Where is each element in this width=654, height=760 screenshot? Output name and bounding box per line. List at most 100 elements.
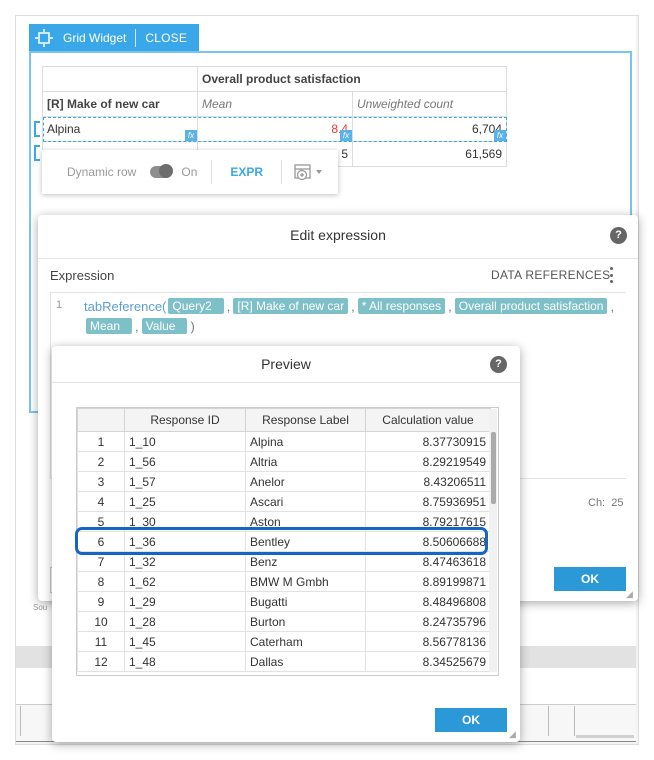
reference-chip[interactable]: Query2 [168,298,224,314]
row-number: 1 [77,431,125,452]
dialog-title: Preview [261,356,311,372]
row-number: 12 [77,651,125,672]
column-header[interactable]: Response ID [124,408,246,432]
row-number: 2 [77,451,125,472]
response-id: 1_29 [124,591,246,612]
more-options-icon[interactable] [608,267,614,283]
calculation-value: 8.48496808 [365,591,491,612]
response-label: Ascari [245,491,366,512]
comma: , [351,298,355,314]
table-add-icon [294,164,323,181]
widget-header: Grid Widget CLOSE [29,24,199,52]
column-header-unweighted-count[interactable]: Unweighted count [352,91,507,117]
comma: , [135,318,139,334]
function-name: tabReference( [84,298,167,314]
background-divider [574,706,575,736]
background-divider [20,706,21,736]
table-row[interactable]: 8 1_62 BMW M Gmbh 8.89199871 [77,571,491,592]
table-row[interactable]: 4 1_25 Ascari 8.75936951 [77,491,491,512]
calculation-value: 8.89199871 [365,571,491,592]
table-row[interactable]: 2 1_56 Altria 8.29219549 [77,451,491,472]
expression-code[interactable]: tabReference( Query2 , [R] Make of new c… [84,298,624,334]
response-label: Alpina [245,431,366,452]
reference-chip[interactable]: Value [141,318,188,334]
response-id: 1_56 [124,451,246,472]
table-row[interactable]: 9 1_29 Bugatti 8.48496808 [77,591,491,612]
table-row[interactable]: Alpina fx 8.4 fx 6,704 fx [42,116,507,142]
calculation-value: 8.75936951 [365,491,491,512]
calculation-value: 8.37730915 [365,431,491,452]
help-icon[interactable]: ? [490,356,507,373]
fx-icon[interactable]: fx [494,130,506,141]
resize-handle-icon[interactable]: ◢ [509,729,516,740]
scrollbar-thumb[interactable] [491,432,496,504]
character-count: Ch: 25 [588,497,624,509]
resize-handle-icon[interactable]: ◢ [626,589,633,600]
line-number: 1 [56,299,63,311]
table-row[interactable]: 10 1_28 Burton 8.24735796 [77,611,491,632]
column-header-mean[interactable]: Mean [197,91,353,117]
response-label: Caterham [245,631,366,652]
help-icon[interactable]: ? [610,227,627,244]
table-row[interactable]: 3 1_57 Anelor 8.43206511 [77,471,491,492]
expr-button[interactable]: EXPR [230,165,263,179]
fx-icon[interactable]: fx [340,130,352,141]
row-variable-header[interactable]: [R] Make of new car [42,91,198,117]
dynamic-row-toggle[interactable] [150,164,174,178]
row-number-header [77,408,125,432]
table-row[interactable]: 12 1_48 Dallas 8.34525679 [77,651,491,672]
insert-table-dropdown[interactable] [294,163,324,181]
response-label: Bugatti [245,591,366,612]
fx-icon[interactable]: fx [185,130,197,141]
comma: , [610,298,615,314]
response-id: 1_48 [124,651,246,672]
close-button[interactable]: CLOSE [145,31,187,45]
grid-widget-icon[interactable] [31,24,57,52]
count-cell[interactable]: 61,569 [352,141,507,167]
reference-chip[interactable]: Overall product satisfaction [454,298,608,314]
comma: , [226,298,231,314]
table-row[interactable]: 1 1_10 Alpina 8.37730915 [77,431,491,452]
source-label: Sou [33,603,48,612]
response-label: Burton [245,611,366,632]
response-id: 1_57 [124,471,246,492]
table-header-row: Response ID Response Label Calculation v… [77,408,491,432]
dialog-divider [38,258,638,259]
mean-cell[interactable]: 8.4 fx [197,116,353,142]
toggle-state-label: On [181,165,198,179]
column-group-header[interactable]: Overall product satisfaction [197,66,507,92]
dialog-title: Edit expression [290,227,386,243]
header-divider [135,29,137,47]
row-label-cell[interactable]: Alpina fx [42,116,198,142]
data-references-button[interactable]: DATA REFERENCES [491,268,610,282]
response-id: 1_25 [124,491,246,512]
ok-button[interactable]: OK [435,708,507,732]
row-number: 11 [77,631,125,652]
reference-chip[interactable]: * All responses [357,298,446,314]
reference-chip[interactable]: [R] Make of new car [233,298,349,314]
background-divider [548,706,549,736]
toolbar-divider [281,160,283,184]
response-id: 1_28 [124,611,246,632]
response-id: 1_62 [124,571,246,592]
table-subheader-row: [R] Make of new car Mean Unweighted coun… [42,91,507,117]
watermark [576,734,634,741]
response-label: Altria [245,451,366,472]
close-paren: ) [190,318,195,334]
column-header[interactable]: Response Label [245,408,366,432]
watermark-logo [576,735,634,738]
calculation-value: 8.34525679 [365,651,491,672]
row-number: 4 [77,491,125,512]
table-row[interactable]: 11 1_45 Caterham 8.56778136 [77,631,491,652]
dynamic-row-label: Dynamic row [67,165,137,179]
highlight-annotation [75,527,488,555]
reference-chip[interactable]: Mean [86,318,133,334]
ok-button[interactable]: OK [554,567,626,591]
character-count-value: 25 [611,497,624,509]
count-cell[interactable]: 6,704 fx [352,116,507,142]
column-header[interactable]: Calculation value [365,408,491,432]
response-label: Anelor [245,471,366,492]
calculation-value: 8.29219549 [365,451,491,472]
widget-title: Grid Widget [63,31,127,45]
character-count-label: Ch: [588,497,606,509]
